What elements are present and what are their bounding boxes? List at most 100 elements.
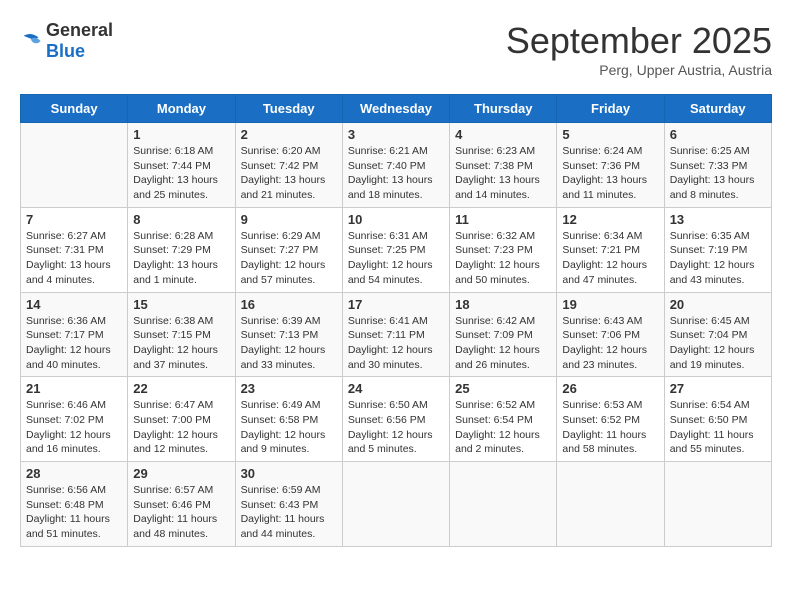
day-info: Sunrise: 6:36 AM Sunset: 7:17 PM Dayligh…	[26, 314, 122, 373]
day-info: Sunrise: 6:28 AM Sunset: 7:29 PM Dayligh…	[133, 229, 229, 288]
weekday-header: Saturday	[664, 95, 771, 123]
day-info: Sunrise: 6:25 AM Sunset: 7:33 PM Dayligh…	[670, 144, 766, 203]
calendar-cell: 28 Sunrise: 6:56 AM Sunset: 6:48 PM Dayli…	[21, 462, 128, 547]
day-number: 7	[26, 212, 122, 227]
day-number: 27	[670, 381, 766, 396]
day-info: Sunrise: 6:38 AM Sunset: 7:15 PM Dayligh…	[133, 314, 229, 373]
title-section: September 2025 Perg, Upper Austria, Aust…	[506, 20, 772, 78]
day-info: Sunrise: 6:42 AM Sunset: 7:09 PM Dayligh…	[455, 314, 551, 373]
day-number: 1	[133, 127, 229, 142]
calendar-cell: 20 Sunrise: 6:45 AM Sunset: 7:04 PM Dayli…	[664, 292, 771, 377]
day-number: 16	[241, 297, 337, 312]
day-number: 17	[348, 297, 444, 312]
day-number: 25	[455, 381, 551, 396]
calendar-cell: 9 Sunrise: 6:29 AM Sunset: 7:27 PM Daylig…	[235, 207, 342, 292]
calendar-cell: 21 Sunrise: 6:46 AM Sunset: 7:02 PM Dayli…	[21, 377, 128, 462]
day-info: Sunrise: 6:32 AM Sunset: 7:23 PM Dayligh…	[455, 229, 551, 288]
day-info: Sunrise: 6:39 AM Sunset: 7:13 PM Dayligh…	[241, 314, 337, 373]
calendar-cell: 19 Sunrise: 6:43 AM Sunset: 7:06 PM Dayli…	[557, 292, 664, 377]
day-info: Sunrise: 6:54 AM Sunset: 6:50 PM Dayligh…	[670, 398, 766, 457]
logo-blue: Blue	[46, 41, 85, 61]
day-number: 4	[455, 127, 551, 142]
day-number: 10	[348, 212, 444, 227]
day-number: 21	[26, 381, 122, 396]
day-number: 2	[241, 127, 337, 142]
calendar-cell	[557, 462, 664, 547]
calendar-cell: 22Sunrise: 6:47 AM Sunset: 7:00 PM Dayli…	[128, 377, 235, 462]
calendar-cell: 13Sunrise: 6:35 AM Sunset: 7:19 PM Dayli…	[664, 207, 771, 292]
calendar-table: SundayMondayTuesdayWednesdayThursdayFrid…	[20, 94, 772, 547]
day-number: 28	[26, 466, 122, 481]
logo-general: General	[46, 20, 113, 40]
calendar-cell: 29 Sunrise: 6:57 AM Sunset: 6:46 PM Dayli…	[128, 462, 235, 547]
month-title: September 2025	[506, 20, 772, 62]
day-number: 9	[241, 212, 337, 227]
day-info: Sunrise: 6:18 AM Sunset: 7:44 PM Dayligh…	[133, 144, 229, 203]
day-info: Sunrise: 6:49 AM Sunset: 6:58 PM Dayligh…	[241, 398, 337, 457]
day-number: 6	[670, 127, 766, 142]
logo-icon	[20, 30, 42, 52]
calendar-cell: 5Sunrise: 6:24 AM Sunset: 7:36 PM Daylig…	[557, 123, 664, 208]
calendar-cell: 1 Sunrise: 6:18 AM Sunset: 7:44 PM Daylig…	[128, 123, 235, 208]
calendar-cell: 18 Sunrise: 6:42 AM Sunset: 7:09 PM Dayli…	[450, 292, 557, 377]
calendar-cell: 15 Sunrise: 6:38 AM Sunset: 7:15 PM Dayli…	[128, 292, 235, 377]
day-number: 30	[241, 466, 337, 481]
calendar-cell	[664, 462, 771, 547]
day-info: Sunrise: 6:43 AM Sunset: 7:06 PM Dayligh…	[562, 314, 658, 373]
calendar-cell: 24 Sunrise: 6:50 AM Sunset: 6:56 PM Dayli…	[342, 377, 449, 462]
day-info: Sunrise: 6:45 AM Sunset: 7:04 PM Dayligh…	[670, 314, 766, 373]
location-subtitle: Perg, Upper Austria, Austria	[506, 62, 772, 78]
day-number: 3	[348, 127, 444, 142]
calendar-cell: 27 Sunrise: 6:54 AM Sunset: 6:50 PM Dayli…	[664, 377, 771, 462]
calendar-week-row: 1 Sunrise: 6:18 AM Sunset: 7:44 PM Daylig…	[21, 123, 772, 208]
weekday-header-row: SundayMondayTuesdayWednesdayThursdayFrid…	[21, 95, 772, 123]
calendar-cell: 16 Sunrise: 6:39 AM Sunset: 7:13 PM Dayli…	[235, 292, 342, 377]
weekday-header: Thursday	[450, 95, 557, 123]
calendar-cell: 3Sunrise: 6:21 AM Sunset: 7:40 PM Daylig…	[342, 123, 449, 208]
weekday-header: Wednesday	[342, 95, 449, 123]
day-info: Sunrise: 6:34 AM Sunset: 7:21 PM Dayligh…	[562, 229, 658, 288]
day-number: 11	[455, 212, 551, 227]
day-number: 15	[133, 297, 229, 312]
calendar-cell: 17 Sunrise: 6:41 AM Sunset: 7:11 PM Dayli…	[342, 292, 449, 377]
calendar-cell: 26Sunrise: 6:53 AM Sunset: 6:52 PM Dayli…	[557, 377, 664, 462]
weekday-header: Tuesday	[235, 95, 342, 123]
day-info: Sunrise: 6:57 AM Sunset: 6:46 PM Dayligh…	[133, 483, 229, 542]
logo-text: General Blue	[46, 20, 113, 62]
calendar-cell: 6 Sunrise: 6:25 AM Sunset: 7:33 PM Daylig…	[664, 123, 771, 208]
calendar-cell: 10 Sunrise: 6:31 AM Sunset: 7:25 PM Dayli…	[342, 207, 449, 292]
calendar-cell	[450, 462, 557, 547]
calendar-week-row: 21 Sunrise: 6:46 AM Sunset: 7:02 PM Dayli…	[21, 377, 772, 462]
day-number: 5	[562, 127, 658, 142]
calendar-cell: 11 Sunrise: 6:32 AM Sunset: 7:23 PM Dayli…	[450, 207, 557, 292]
day-info: Sunrise: 6:31 AM Sunset: 7:25 PM Dayligh…	[348, 229, 444, 288]
calendar-cell: 4Sunrise: 6:23 AM Sunset: 7:38 PM Daylig…	[450, 123, 557, 208]
logo: General Blue	[20, 20, 113, 62]
day-number: 12	[562, 212, 658, 227]
day-info: Sunrise: 6:20 AM Sunset: 7:42 PM Dayligh…	[241, 144, 337, 203]
calendar-cell	[21, 123, 128, 208]
day-number: 29	[133, 466, 229, 481]
day-number: 24	[348, 381, 444, 396]
day-number: 20	[670, 297, 766, 312]
calendar-week-row: 28 Sunrise: 6:56 AM Sunset: 6:48 PM Dayli…	[21, 462, 772, 547]
day-info: Sunrise: 6:41 AM Sunset: 7:11 PM Dayligh…	[348, 314, 444, 373]
day-number: 13	[670, 212, 766, 227]
day-number: 18	[455, 297, 551, 312]
day-info: Sunrise: 6:56 AM Sunset: 6:48 PM Dayligh…	[26, 483, 122, 542]
day-number: 14	[26, 297, 122, 312]
day-info: Sunrise: 6:50 AM Sunset: 6:56 PM Dayligh…	[348, 398, 444, 457]
weekday-header: Friday	[557, 95, 664, 123]
calendar-week-row: 14 Sunrise: 6:36 AM Sunset: 7:17 PM Dayli…	[21, 292, 772, 377]
calendar-cell: 2 Sunrise: 6:20 AM Sunset: 7:42 PM Daylig…	[235, 123, 342, 208]
day-info: Sunrise: 6:46 AM Sunset: 7:02 PM Dayligh…	[26, 398, 122, 457]
day-number: 23	[241, 381, 337, 396]
calendar-cell	[342, 462, 449, 547]
day-info: Sunrise: 6:29 AM Sunset: 7:27 PM Dayligh…	[241, 229, 337, 288]
day-info: Sunrise: 6:52 AM Sunset: 6:54 PM Dayligh…	[455, 398, 551, 457]
day-info: Sunrise: 6:47 AM Sunset: 7:00 PM Dayligh…	[133, 398, 229, 457]
calendar-cell: 8 Sunrise: 6:28 AM Sunset: 7:29 PM Daylig…	[128, 207, 235, 292]
calendar-cell: 25 Sunrise: 6:52 AM Sunset: 6:54 PM Dayli…	[450, 377, 557, 462]
day-number: 8	[133, 212, 229, 227]
day-number: 19	[562, 297, 658, 312]
